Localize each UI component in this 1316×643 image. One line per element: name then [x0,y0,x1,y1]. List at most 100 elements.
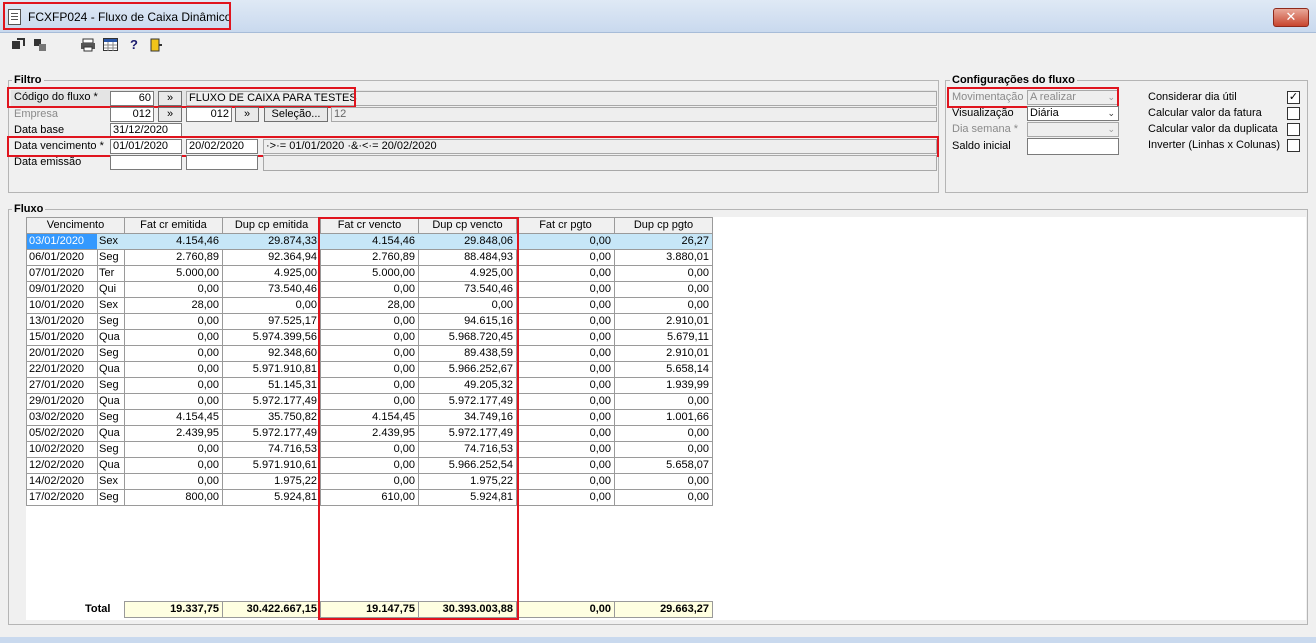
cell-date[interactable]: 15/01/2020 [26,330,98,346]
cell-weekday[interactable]: Seg [97,442,125,458]
cell-value[interactable]: 5.971.910,81 [222,362,321,378]
header-vencimento[interactable]: Vencimento [26,217,125,234]
cell-value[interactable]: 0,00 [124,282,223,298]
cell-value[interactable]: 92.364,94 [222,250,321,266]
cell-value[interactable]: 1.939,99 [614,378,713,394]
cell-weekday[interactable]: Qua [97,330,125,346]
check-fatura[interactable] [1287,107,1300,120]
dia-semana-select[interactable]: ⌄ [1027,122,1119,137]
cell-date[interactable]: 12/02/2020 [26,458,98,474]
cell-value[interactable]: 51.145,31 [222,378,321,394]
cell-weekday[interactable]: Sex [97,298,125,314]
cell-value[interactable]: 0,00 [516,378,615,394]
cell-value[interactable]: 5.974.399,56 [222,330,321,346]
cell-value[interactable]: 5.971.910,61 [222,458,321,474]
check-dia-util[interactable]: ✓ [1287,91,1300,104]
cell-weekday[interactable]: Qua [97,458,125,474]
cell-value[interactable]: 5.972.177,49 [222,426,321,442]
cell-value[interactable]: 0,00 [516,250,615,266]
cell-weekday[interactable]: Seg [97,346,125,362]
cell-date[interactable]: 29/01/2020 [26,394,98,410]
cell-value[interactable]: 0,00 [516,330,615,346]
cell-value[interactable]: 0,00 [124,458,223,474]
empresa-to-input[interactable]: 012 [186,107,232,122]
cell-value[interactable]: 0,00 [614,474,713,490]
empresa-lookup-button[interactable]: » [158,107,182,122]
cell-date[interactable]: 09/01/2020 [26,282,98,298]
empresa-from-input[interactable]: 012 [110,107,154,122]
cell-value[interactable]: 4.925,00 [222,266,321,282]
help-icon[interactable]: ? [127,38,141,52]
cell-value[interactable]: 35.750,82 [222,410,321,426]
cell-value[interactable]: 5.972.177,49 [222,394,321,410]
cell-date[interactable]: 10/02/2020 [26,442,98,458]
cell-value[interactable]: 0,00 [516,234,615,250]
cell-value[interactable]: 0,00 [516,282,615,298]
cell-value[interactable]: 26,27 [614,234,713,250]
cell-weekday[interactable]: Sex [97,474,125,490]
selecao-button[interactable]: Seleção... [264,107,328,122]
cell-date[interactable]: 10/01/2020 [26,298,98,314]
cell-weekday[interactable]: Seg [97,250,125,266]
cell-date[interactable]: 20/01/2020 [26,346,98,362]
cell-weekday[interactable]: Qui [97,282,125,298]
close-button[interactable]: ✕ [1273,8,1309,27]
cell-value[interactable]: 4.154,46 [124,234,223,250]
header-fat-cr-emitida[interactable]: Fat cr emitida [124,217,223,234]
cell-value[interactable]: 0,00 [222,298,321,314]
header-fat-cr-pgto[interactable]: Fat cr pgto [516,217,615,234]
cell-value[interactable]: 0,00 [614,426,713,442]
cell-value[interactable]: 0,00 [124,330,223,346]
cell-value[interactable]: 0,00 [124,346,223,362]
cell-value[interactable]: 0,00 [516,346,615,362]
cell-value[interactable]: 29.874,33 [222,234,321,250]
cell-date[interactable]: 17/02/2020 [26,490,98,506]
cell-value[interactable]: 0,00 [516,458,615,474]
cell-value[interactable]: 0,00 [516,394,615,410]
cell-value[interactable]: 0,00 [516,314,615,330]
empresa-lookup-button-2[interactable]: » [235,107,259,122]
cell-weekday[interactable]: Sex [97,234,125,250]
cell-weekday[interactable]: Qua [97,426,125,442]
cell-date[interactable]: 14/02/2020 [26,474,98,490]
cell-value[interactable]: 2.439,95 [124,426,223,442]
cell-value[interactable]: 0,00 [614,442,713,458]
cell-value[interactable]: 0,00 [614,490,713,506]
cell-weekday[interactable]: Seg [97,410,125,426]
cell-date[interactable]: 03/02/2020 [26,410,98,426]
cell-value[interactable]: 1.975,22 [222,474,321,490]
cell-value[interactable]: 0,00 [516,442,615,458]
cell-weekday[interactable]: Seg [97,378,125,394]
header-dup-cp-pgto[interactable]: Dup cp pgto [614,217,713,234]
cell-weekday[interactable]: Ter [97,266,125,282]
cell-value[interactable]: 0,00 [516,490,615,506]
cell-value[interactable]: 3.880,01 [614,250,713,266]
cell-value[interactable]: 0,00 [614,394,713,410]
cell-value[interactable]: 0,00 [516,362,615,378]
cell-weekday[interactable]: Seg [97,490,125,506]
cell-value[interactable]: 74.716,53 [222,442,321,458]
cell-value[interactable]: 5.658,14 [614,362,713,378]
cell-value[interactable]: 4.154,45 [124,410,223,426]
cell-value[interactable]: 0,00 [516,474,615,490]
cell-value[interactable]: 0,00 [614,282,713,298]
cell-value[interactable]: 92.348,60 [222,346,321,362]
cell-value[interactable]: 800,00 [124,490,223,506]
cell-value[interactable]: 0,00 [516,426,615,442]
cell-date[interactable]: 22/01/2020 [26,362,98,378]
print-icon[interactable] [80,38,95,52]
cell-value[interactable]: 0,00 [516,298,615,314]
cell-value[interactable]: 0,00 [614,298,713,314]
cell-value[interactable]: 0,00 [614,266,713,282]
cell-weekday[interactable]: Qua [97,362,125,378]
cell-value[interactable]: 0,00 [516,266,615,282]
header-dup-cp-emitida[interactable]: Dup cp emitida [222,217,321,234]
export-icon[interactable] [33,38,47,52]
cell-date[interactable]: 13/01/2020 [26,314,98,330]
cell-value[interactable]: 1.001,66 [614,410,713,426]
exit-icon[interactable] [149,38,163,52]
cell-date[interactable]: 03/01/2020 [26,234,98,250]
cell-value[interactable]: 0,00 [124,362,223,378]
cell-date[interactable]: 27/01/2020 [26,378,98,394]
cell-value[interactable]: 97.525,17 [222,314,321,330]
